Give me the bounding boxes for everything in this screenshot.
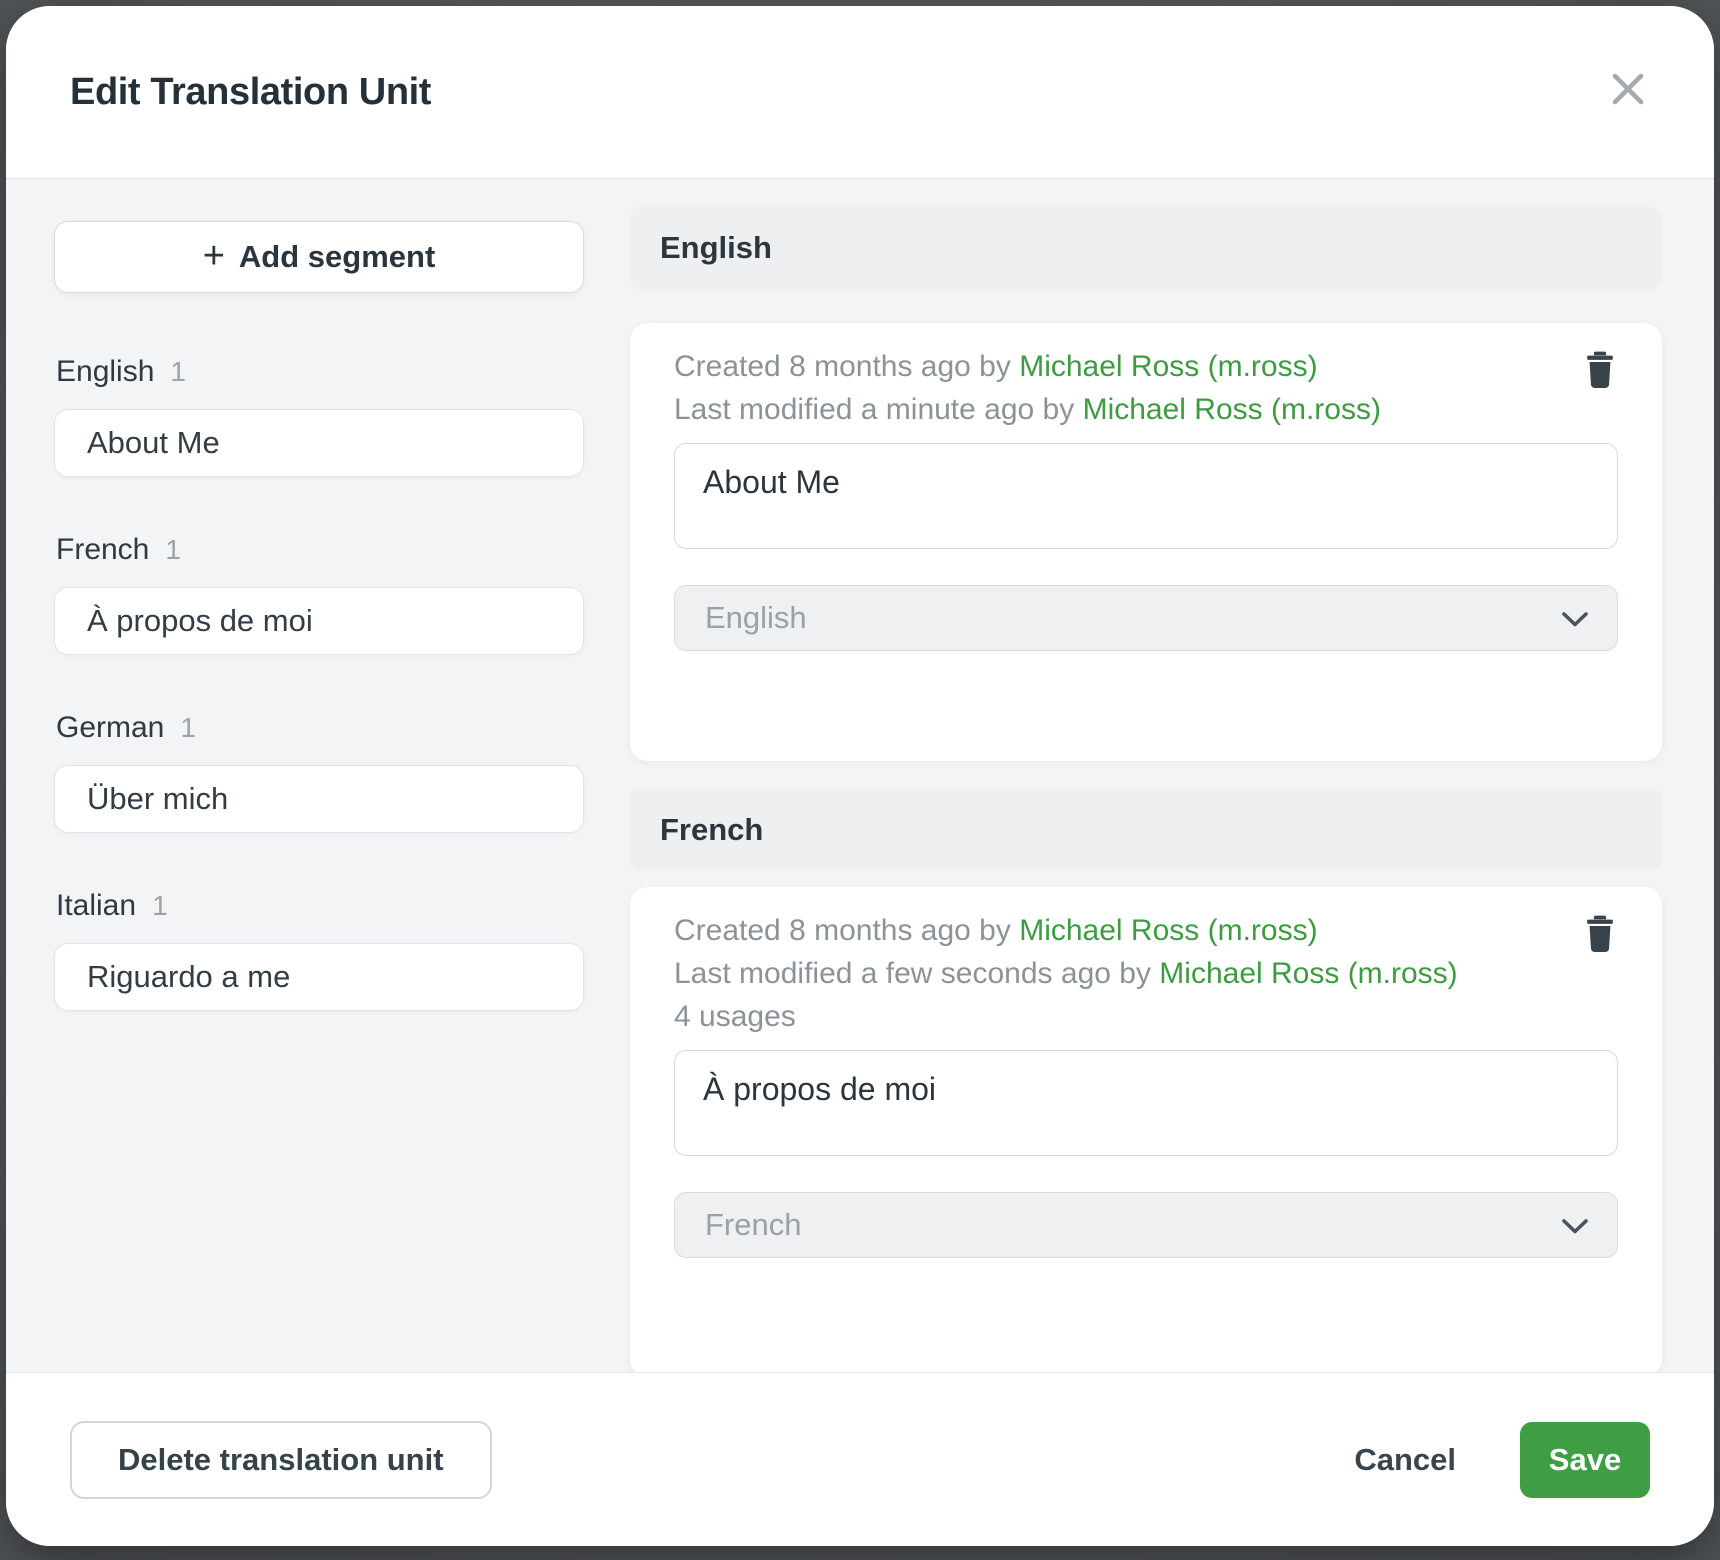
segment-item-german[interactable]: Über mich [54, 765, 584, 833]
usages-meta: 4 usages [674, 995, 1618, 1038]
created-prefix: Created 8 months ago by [674, 914, 1011, 947]
segment-count: 1 [180, 712, 196, 744]
delete-segment-button[interactable] [1578, 351, 1622, 399]
close-button[interactable] [1604, 66, 1652, 114]
delete-segment-button[interactable] [1578, 915, 1622, 963]
panel-header-english: English [630, 207, 1662, 289]
plus-icon: + [203, 237, 225, 275]
modified-user-link[interactable]: Michael Ross (m.ross) [1159, 957, 1457, 990]
modified-meta: Last modified a few seconds ago by Micha… [674, 952, 1618, 995]
segment-item-english[interactable]: About Me [54, 409, 584, 477]
segment-language: German [56, 711, 164, 745]
segment-panel-english: Created 8 months ago by Michael Ross (m.… [630, 323, 1662, 761]
segment-language-label: French 1 [54, 533, 584, 567]
modified-prefix: Last modified a minute ago by [674, 393, 1074, 426]
language-select-value: French [705, 1207, 801, 1243]
segment-language-label: Italian 1 [54, 889, 584, 923]
dialog-body: + Add segment English 1 About Me French … [6, 178, 1714, 1372]
created-meta: Created 8 months ago by Michael Ross (m.… [674, 909, 1618, 952]
trash-icon [1584, 915, 1616, 956]
segment-group-italian: Italian 1 Riguardo a me [54, 889, 584, 1011]
segment-language-label: German 1 [54, 711, 584, 745]
segment-group-german: German 1 Über mich [54, 711, 584, 833]
created-prefix: Created 8 months ago by [674, 350, 1011, 383]
modified-meta: Last modified a minute ago by Michael Ro… [674, 388, 1618, 431]
segment-group-french: French 1 À propos de moi [54, 533, 584, 655]
add-segment-button[interactable]: + Add segment [54, 221, 584, 293]
created-user-link[interactable]: Michael Ross (m.ross) [1019, 914, 1317, 947]
segment-panel-french: Created 8 months ago by Michael Ross (m.… [630, 887, 1662, 1372]
add-segment-label: Add segment [239, 239, 435, 275]
segment-item-italian[interactable]: Riguardo a me [54, 943, 584, 1011]
cancel-button[interactable]: Cancel [1348, 1441, 1462, 1479]
segment-item-french[interactable]: À propos de moi [54, 587, 584, 655]
panel-header-french: French [630, 789, 1662, 871]
edit-translation-unit-dialog: Edit Translation Unit + Add segment Engl… [6, 6, 1714, 1546]
segment-count: 1 [152, 890, 168, 922]
segment-language-label: English 1 [54, 355, 584, 389]
modified-user-link[interactable]: Michael Ross (m.ross) [1083, 393, 1381, 426]
dialog-title: Edit Translation Unit [70, 71, 431, 114]
chevron-down-icon [1561, 600, 1589, 636]
language-select[interactable]: French [674, 1192, 1618, 1258]
segment-sidebar: + Add segment English 1 About Me French … [54, 207, 584, 1372]
segment-editor-column: English Created 8 months ago by Michael … [630, 207, 1662, 1372]
chevron-down-icon [1561, 1207, 1589, 1243]
delete-translation-unit-button[interactable]: Delete translation unit [70, 1421, 492, 1499]
dialog-header: Edit Translation Unit [6, 6, 1714, 178]
segment-text-input[interactable]: About Me [674, 443, 1618, 549]
language-select-value: English [705, 600, 807, 636]
language-select[interactable]: English [674, 585, 1618, 651]
segment-text-input[interactable]: À propos de moi [674, 1050, 1618, 1156]
segment-count: 1 [165, 534, 181, 566]
segment-group-english: English 1 About Me [54, 355, 584, 477]
created-user-link[interactable]: Michael Ross (m.ross) [1019, 350, 1317, 383]
segment-language: Italian [56, 889, 136, 923]
segment-language: English [56, 355, 154, 389]
trash-icon [1584, 351, 1616, 392]
dialog-footer: Delete translation unit Cancel Save [6, 1372, 1714, 1546]
save-button[interactable]: Save [1520, 1422, 1650, 1498]
modified-prefix: Last modified a few seconds ago by [674, 957, 1151, 990]
segment-count: 1 [170, 356, 186, 388]
close-icon [1608, 69, 1648, 112]
created-meta: Created 8 months ago by Michael Ross (m.… [674, 345, 1618, 388]
segment-language: French [56, 533, 149, 567]
